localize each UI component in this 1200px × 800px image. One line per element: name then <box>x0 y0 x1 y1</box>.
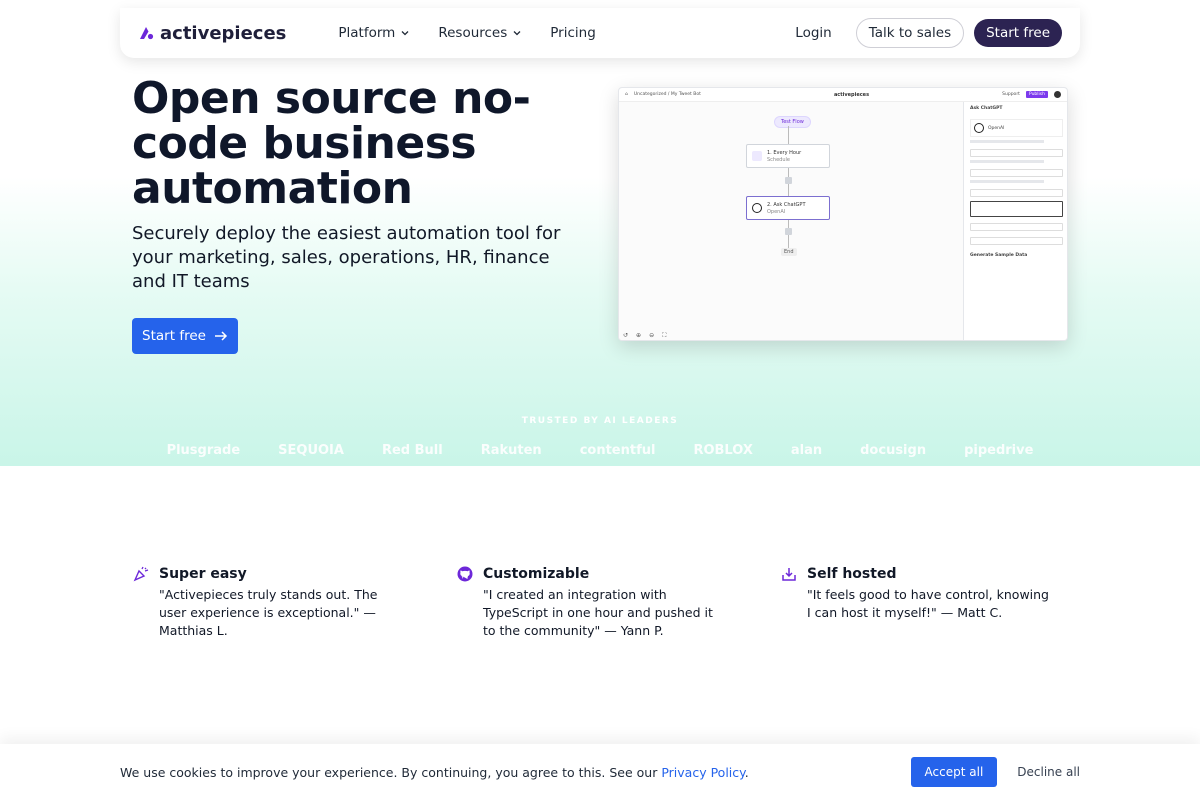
mockup-support: Support <box>1002 92 1020 97</box>
openai-icon <box>752 203 762 213</box>
mockup-brand: activepieces <box>833 91 870 98</box>
side-field <box>970 149 1063 157</box>
logo-alan: alan <box>790 443 823 458</box>
step2-sub: OpenAI <box>767 208 786 215</box>
mockup-publish-button: Publish <box>1025 91 1048 98</box>
chevron-down-icon <box>401 31 409 36</box>
hero-subtitle: Securely deploy the easiest automation t… <box>132 223 561 292</box>
side-field <box>970 169 1063 177</box>
schedule-icon <box>752 151 762 161</box>
nav-links: Platform Resources Pricing <box>338 25 595 41</box>
nav-resources-label: Resources <box>438 25 508 41</box>
talk-to-sales-button[interactable]: Talk to sales <box>855 18 965 48</box>
chevron-down-icon <box>513 31 521 36</box>
side-placeholder <box>970 180 1045 183</box>
home-icon: ⌂ <box>625 92 628 97</box>
fit-icon: ⛶ <box>662 332 667 339</box>
connector-line <box>788 126 789 144</box>
mockup-end: End <box>781 248 797 256</box>
step2-title: 2. Ask ChatGPT <box>767 201 806 208</box>
feature-text: "It feels good to have control, knowing … <box>807 587 1049 620</box>
side-placeholder <box>970 140 1045 143</box>
side-field <box>970 237 1063 245</box>
product-screenshot: ⌂ Uncategorized / My Tweet Bot activepie… <box>618 87 1068 341</box>
feature-text: "I created an integration with TypeScrip… <box>483 587 713 638</box>
feature-title: Super easy <box>159 566 247 582</box>
mockup-toolbar: ⌂ Uncategorized / My Tweet Bot activepie… <box>619 88 1067 102</box>
cookie-text: We use cookies to improve your experienc… <box>120 764 658 780</box>
activepieces-logo-icon <box>140 27 154 40</box>
feature-title: Customizable <box>483 566 590 582</box>
avatar <box>1053 91 1061 98</box>
trusted-logos: Plusgrade SEQUOIA Red Bull Rakuten conte… <box>0 443 1200 458</box>
logo-contentful: contentful <box>579 443 656 458</box>
hero-title: Open source no-code business automation <box>132 73 531 214</box>
cookie-message: We use cookies to improve your experienc… <box>120 765 749 780</box>
feature-text: "Activepieces truly stands out. The user… <box>159 587 378 638</box>
trusted-heading: TRUSTED BY AI LEADERS <box>521 416 679 426</box>
logo-plusgrade: Plusgrade <box>166 443 241 458</box>
logo-pipedrive: pipedrive <box>964 443 1034 458</box>
nav-platform-label: Platform <box>338 25 396 41</box>
side-title: Ask ChatGPT <box>970 106 1003 111</box>
nav-pricing[interactable]: Pricing <box>550 25 596 41</box>
side-field <box>970 223 1063 231</box>
canvas-tools: ↺ ⊕ ⊖ ⛶ <box>623 332 666 340</box>
step1-title: 1. Every Hour <box>767 149 802 156</box>
side-field <box>970 189 1063 197</box>
nav-actions: Login Talk to sales Start free <box>795 18 1062 48</box>
logo-sequoia: SEQUOIA <box>278 443 344 458</box>
nav-resources[interactable]: Resources <box>438 25 522 41</box>
nav-platform[interactable]: Platform <box>338 25 410 41</box>
nav-start-free-button[interactable]: Start free <box>974 19 1062 47</box>
openai-icon <box>974 123 984 133</box>
reset-icon: ↺ <box>623 332 629 339</box>
party-popper-icon <box>133 566 149 582</box>
nav-pricing-label: Pricing <box>550 25 596 41</box>
mockup-step-chatgpt: 2. Ask ChatGPT OpenAI <box>746 196 830 220</box>
download-tray-icon <box>782 568 796 581</box>
github-icon <box>457 566 473 582</box>
feature-self-hosted: Self hosted "It feels good to have contr… <box>781 566 1051 622</box>
login-link[interactable]: Login <box>795 25 831 41</box>
cookie-banner: We use cookies to improve your experienc… <box>0 744 1200 800</box>
logo-redbull: Red Bull <box>381 443 443 458</box>
hero-start-free-button[interactable]: Start free <box>132 318 238 354</box>
feature-customizable: Customizable "I created an integration w… <box>457 566 727 640</box>
add-step-icon <box>785 228 792 235</box>
accept-all-button[interactable]: Accept all <box>910 757 998 787</box>
side-placeholder <box>970 160 1045 163</box>
step1-sub: Schedule <box>767 156 790 163</box>
top-navigation: activepieces Platform Resources Pricing … <box>120 8 1080 58</box>
privacy-policy-link[interactable]: Privacy Policy <box>661 765 744 780</box>
hero-cta-label: Start free <box>142 328 206 344</box>
mockup-side-panel: Ask ChatGPT OpenAI Generate Sample Data <box>963 102 1067 340</box>
mockup-test-flow: Test Flow <box>774 116 811 128</box>
side-app: OpenAI <box>988 125 1005 131</box>
zoom-out-icon: ⊖ <box>649 332 655 339</box>
logo-rakuten: Rakuten <box>480 443 542 458</box>
feature-title: Self hosted <box>807 566 897 582</box>
feature-super-easy: Super easy "Activepieces truly stands ou… <box>133 566 403 640</box>
zoom-in-icon: ⊕ <box>636 332 642 339</box>
logo-roblox: ROBLOX <box>693 443 753 458</box>
mockup-canvas: Test Flow 1. Every Hour Schedule 2. Ask … <box>619 102 963 340</box>
mockup-breadcrumb: Uncategorized / My Tweet Bot <box>633 92 701 97</box>
arrow-right-icon <box>214 331 227 341</box>
logo[interactable]: activepieces <box>138 23 286 44</box>
mockup-step-schedule: 1. Every Hour Schedule <box>746 144 830 168</box>
logo-docusign: docusign <box>860 443 927 458</box>
side-sample-data: Generate Sample Data <box>970 253 1028 258</box>
add-step-icon <box>785 177 792 184</box>
logo-text: activepieces <box>160 22 287 44</box>
side-prompt-box <box>970 201 1063 217</box>
decline-all-button[interactable]: Decline all <box>1017 765 1080 779</box>
cookie-period: . <box>744 764 749 780</box>
